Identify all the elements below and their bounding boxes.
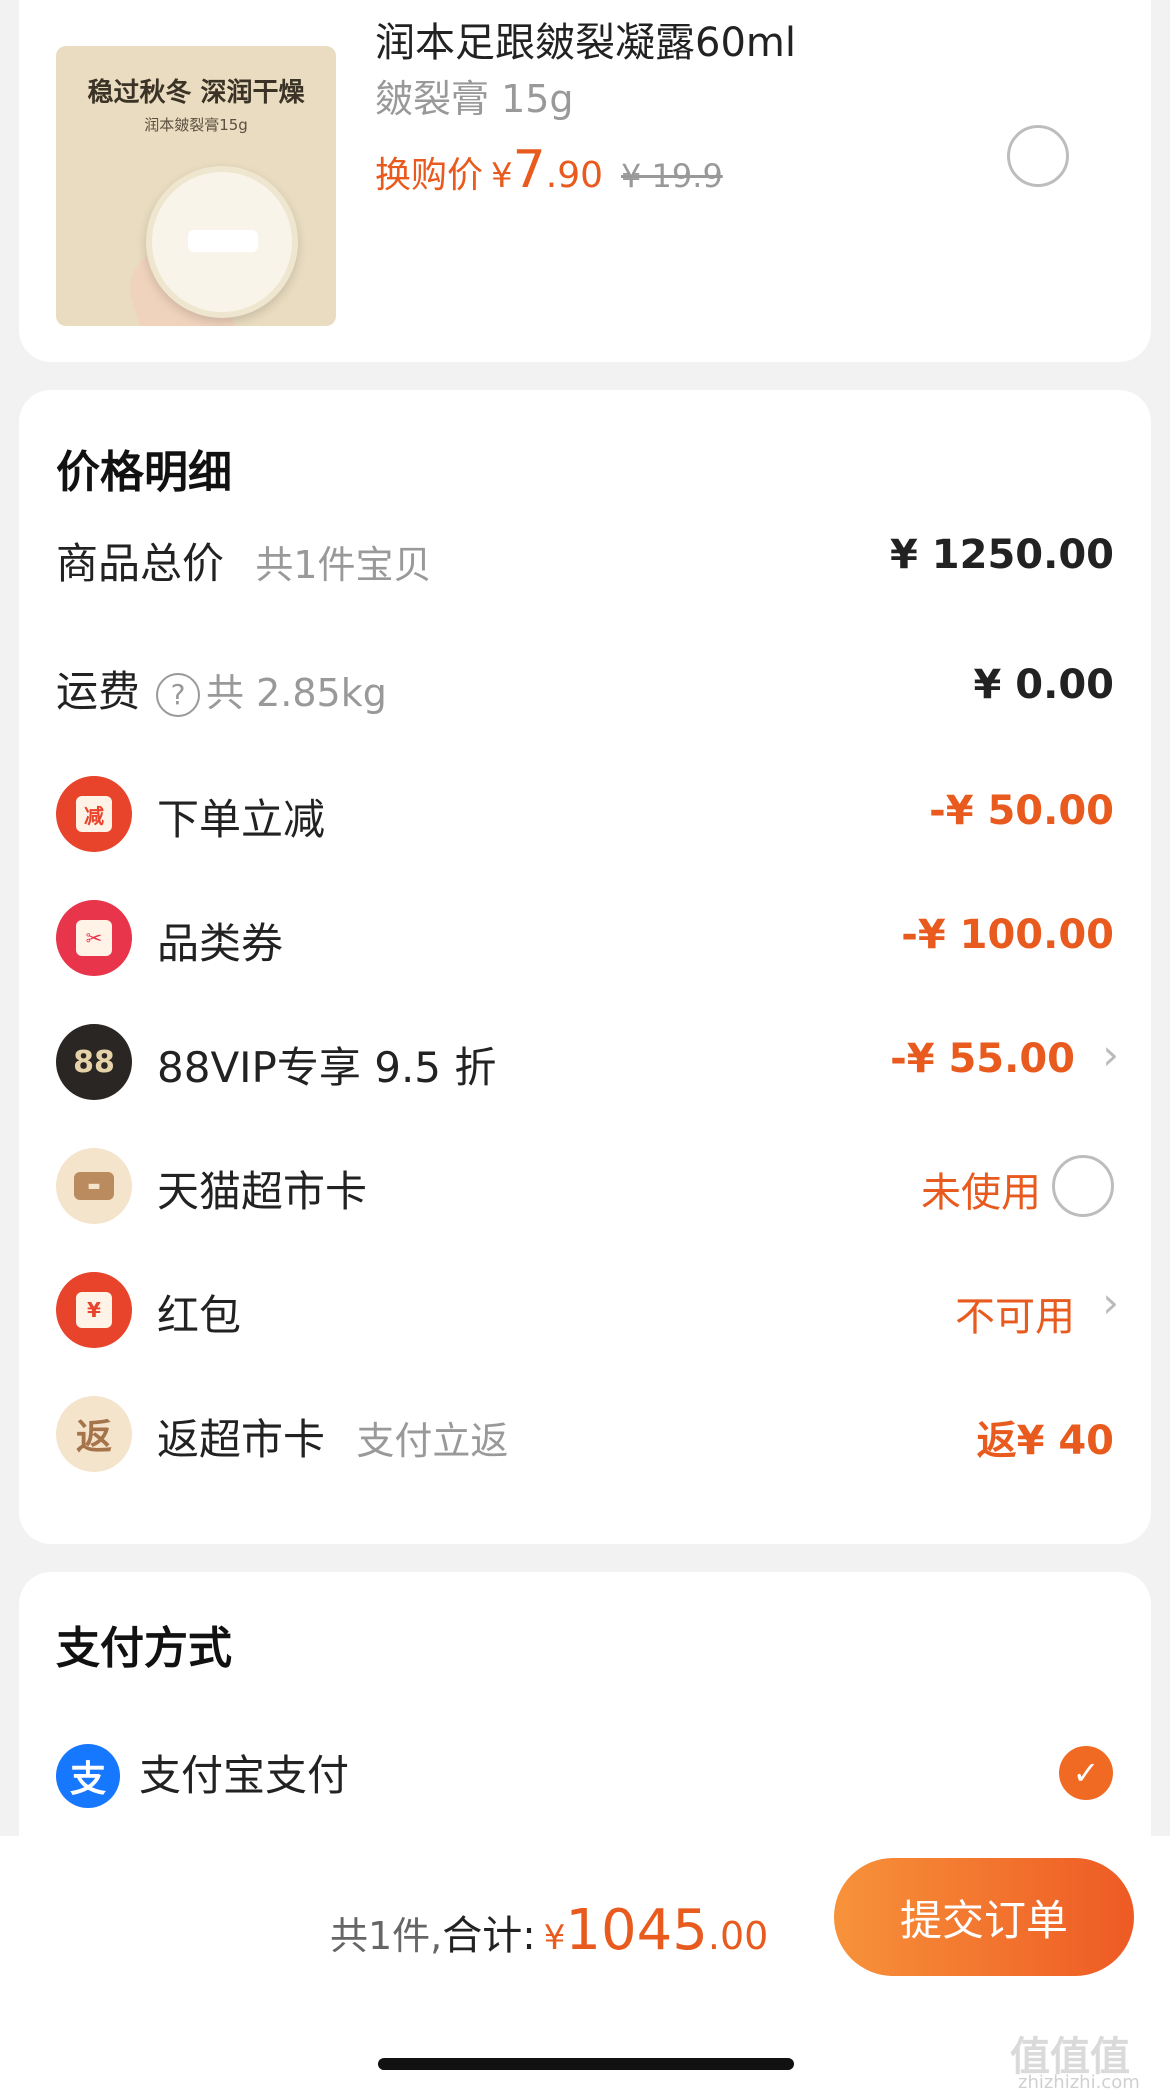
total-label: 合计: [442, 1913, 536, 1959]
vip88-icon: 88 [56, 1024, 132, 1100]
supermarket-card-status: 未使用 [921, 1170, 1041, 1216]
product-variant: 皴裂膏 15g [375, 77, 574, 121]
submit-order-button[interactable]: 提交订单 [834, 1858, 1134, 1976]
price-integer: 7 [512, 140, 546, 200]
cream-tin-illustration [146, 166, 298, 318]
checkout-bar: 共1件,合计: ¥1045.00 提交订单 值值值 zhizhizhi.com [0, 1836, 1170, 2100]
supermarket-card-icon: ▬ [56, 1148, 132, 1224]
category-coupon-value: -¥ 100.00 [901, 912, 1114, 958]
payment-card: 支付方式 支 支付宝支付 ✓ [19, 1572, 1151, 1872]
category-coupon-label[interactable]: 品类券 [157, 910, 283, 971]
total-decimal: .00 [707, 1914, 769, 1958]
cashback-label: 返超市卡 支付立返 [157, 1415, 509, 1464]
payment-title: 支付方式 [56, 1623, 232, 1674]
shipping-weight: 共 2.85kg [206, 671, 387, 715]
vip-discount-label[interactable]: 88VIP专享 9.5 折 [157, 1034, 496, 1095]
cashback-icon: 返 [56, 1396, 132, 1472]
cashback-value: 返¥ 40 [976, 1418, 1114, 1464]
product-title[interactable]: 润本足跟皴裂凝露60ml [375, 10, 796, 68]
item-count: 共1件, [330, 1914, 443, 1958]
alipay-method-label[interactable]: 支付宝支付 [139, 1742, 349, 1803]
cashback-sub: 支付立返 [356, 1419, 509, 1463]
subtotal-label: 商品总价 共1件宝贝 [56, 539, 432, 588]
chevron-right-icon[interactable]: › [1102, 1278, 1119, 1327]
product-image[interactable]: 稳过秋冬 深润干燥 润本皴裂膏15g [56, 46, 336, 326]
home-indicator[interactable] [378, 2058, 794, 2070]
red-envelope-label[interactable]: 红包 [157, 1282, 241, 1343]
vip-discount-value[interactable]: -¥ 55.00 [890, 1036, 1075, 1082]
product-card: 稳过秋冬 深润干燥 润本皴裂膏15g 润本足跟皴裂凝露60ml 皴裂膏 15g … [19, 0, 1151, 362]
product-image-headline: 稳过秋冬 深润干燥 [87, 78, 305, 108]
shipping-label: 运费? 共 2.85kg [56, 667, 387, 717]
price-currency: ¥ [491, 156, 513, 196]
red-envelope-status[interactable]: 不可用 [955, 1284, 1075, 1342]
question-circle-icon[interactable]: ? [156, 672, 201, 717]
total-currency: ¥ [543, 1918, 566, 1958]
shipping-value: ¥ 0.00 [973, 662, 1114, 708]
instant-discount-icon: 减 [56, 776, 132, 852]
checkmark-icon[interactable]: ✓ [1059, 1746, 1113, 1800]
original-price: ¥ 19.9 [621, 157, 723, 195]
order-total: 共1件,合计: ¥1045.00 [330, 1898, 768, 1963]
price-label: 换购价 [375, 155, 484, 196]
subtotal-count: 共1件宝贝 [255, 543, 432, 587]
watermark-url: zhizhizhi.com [1018, 2072, 1140, 2093]
red-envelope-icon: ¥ [56, 1272, 132, 1348]
product-image-sub: 润本皴裂膏15g [144, 116, 248, 134]
alipay-icon: 支 [56, 1744, 120, 1808]
coupon-ticket-icon: ✂ [56, 900, 132, 976]
instant-discount-label: 下单立减 [157, 795, 326, 844]
subtotal-value: ¥ 1250.00 [890, 532, 1114, 578]
supermarket-card-radio[interactable] [1052, 1155, 1114, 1217]
supermarket-card-label[interactable]: 天猫超市卡 [157, 1158, 367, 1219]
price-detail-title: 价格明细 [56, 447, 232, 498]
product-select-radio[interactable] [1007, 125, 1069, 187]
product-price: 换购价 ¥7.90 ¥ 19.9 [375, 140, 723, 200]
total-integer: 1045 [565, 1898, 708, 1963]
price-decimal: .90 [545, 155, 604, 196]
price-detail-card: 价格明细 商品总价 共1件宝贝 ¥ 1250.00 运费? 共 2.85kg ¥ … [19, 390, 1151, 1544]
chevron-right-icon[interactable]: › [1102, 1030, 1119, 1079]
instant-discount-value: -¥ 50.00 [929, 788, 1114, 834]
